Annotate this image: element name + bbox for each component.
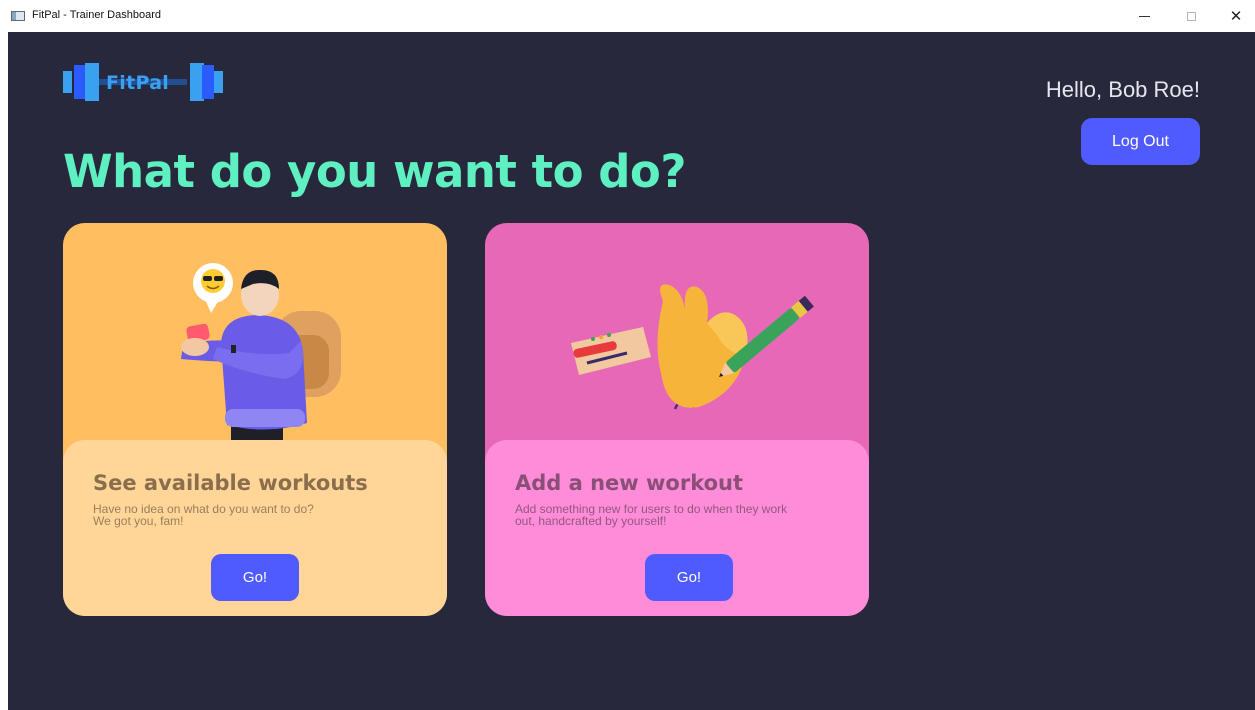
add-workout-card: Add a new workout Add something new for … (485, 223, 869, 616)
see-workouts-card: See available workouts Have no idea on w… (63, 223, 447, 616)
close-button[interactable]: ✕ (1214, 0, 1255, 32)
minimize-button[interactable] (1122, 0, 1166, 32)
window-title-bar: FitPal - Trainer Dashboard ✕ (0, 0, 1255, 32)
maximize-icon (1186, 11, 1196, 21)
card-title: Add a new workout (515, 471, 744, 495)
see-workouts-card-body: See available workouts Have no idea on w… (63, 440, 447, 616)
add-workout-go-button[interactable]: Go! (645, 554, 733, 601)
card-description: Add something new for users to do when t… (515, 502, 788, 528)
card-title: See available workouts (93, 471, 368, 495)
maximize-button[interactable] (1169, 0, 1213, 32)
app-canvas: FitPal Hello, Bob Roe! Log Out What do y… (8, 32, 1255, 710)
add-workout-card-body: Add a new workout Add something new for … (485, 440, 869, 616)
logout-button[interactable]: Log Out (1081, 118, 1200, 165)
user-greeting: Hello, Bob Roe! (1045, 77, 1200, 102)
window-title: FitPal - Trainer Dashboard (32, 9, 161, 21)
logo-text: FitPal (106, 72, 170, 94)
person-with-phone-illustration (181, 263, 341, 443)
hand-with-pencil-illustration (571, 284, 814, 410)
card-description: Have no idea on what do you want to do? … (93, 502, 314, 528)
close-icon: ✕ (1229, 7, 1243, 25)
see-workouts-go-button[interactable]: Go! (211, 554, 299, 601)
fitpal-logo: FitPal (63, 59, 223, 109)
page-title: What do you want to do? (63, 145, 686, 198)
app-window-icon (11, 11, 25, 21)
minimize-icon (1138, 15, 1150, 17)
